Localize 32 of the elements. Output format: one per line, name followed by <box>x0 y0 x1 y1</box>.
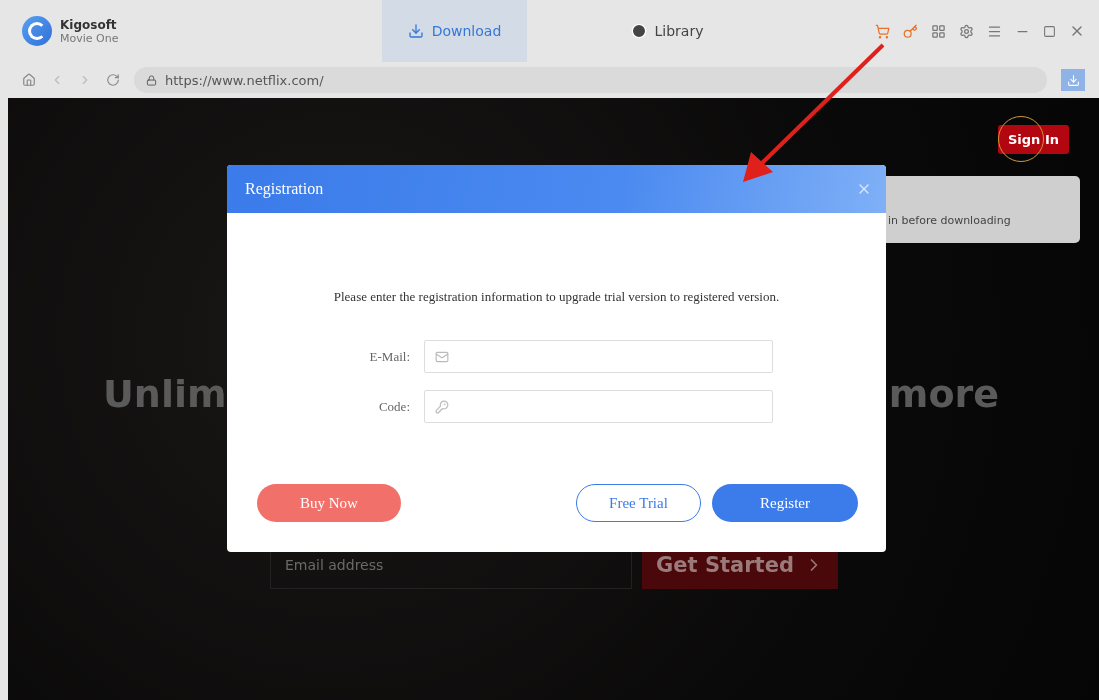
headline-text: more <box>888 372 999 416</box>
field-label: Code: <box>377 398 410 415</box>
download-list-icon[interactable] <box>1061 69 1085 91</box>
menu-icon[interactable] <box>987 23 1002 39</box>
mail-icon <box>435 349 449 364</box>
address-field[interactable]: https://www.netflix.com/ <box>134 67 1047 93</box>
field-label: E-Mail: <box>368 348 410 365</box>
clock-icon <box>630 23 647 39</box>
app-logo <box>22 16 52 46</box>
input-field[interactable] <box>424 340 773 373</box>
cart-icon[interactable] <box>875 23 890 39</box>
reload-icon[interactable] <box>106 73 120 87</box>
input-field[interactable] <box>424 390 773 423</box>
app-name: Kigosoft <box>60 17 118 32</box>
dialog-button[interactable]: Buy Now <box>257 484 401 522</box>
tab[interactable]: Download <box>382 0 527 62</box>
home-icon[interactable] <box>22 73 36 87</box>
sign-in-button[interactable]: Sign In <box>998 125 1069 154</box>
key-icon <box>435 399 449 414</box>
dialog-title: Registration <box>245 180 324 198</box>
key-icon[interactable] <box>903 23 918 39</box>
dialog-button[interactable]: Register <box>712 484 858 522</box>
headline-text: Unlim <box>103 372 227 416</box>
grid-icon[interactable] <box>931 23 946 39</box>
tab[interactable]: Library <box>567 0 767 62</box>
maximize-icon[interactable] <box>1043 24 1056 38</box>
app-subtitle: Movie One <box>60 31 120 45</box>
settings-icon[interactable] <box>959 23 974 39</box>
download-icon <box>407 23 424 39</box>
lock-icon <box>146 74 157 86</box>
dialog-button[interactable]: Free Trial <box>576 484 701 522</box>
dialog-message: Please enter the registration information to upgrade trial version to registered version. <box>333 289 780 305</box>
